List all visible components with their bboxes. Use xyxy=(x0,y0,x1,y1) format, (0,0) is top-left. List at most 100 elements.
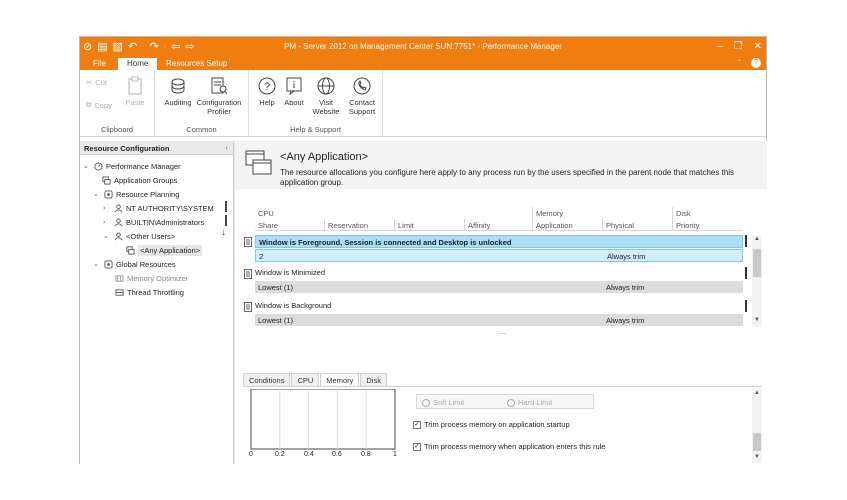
column-header-physical[interactable]: Physical xyxy=(603,219,673,231)
physical-value: Always trim xyxy=(607,252,646,261)
ribbon: ✂ Cut ⧉ Copy Paste Clipboard Auditing Co… xyxy=(80,70,766,137)
grid-scrollbar[interactable]: ▲ ▼ xyxy=(752,235,762,327)
arrow-down-icon[interactable]: ↓ xyxy=(221,227,226,238)
tree-item-label: Application Groups xyxy=(114,175,178,185)
copy-button[interactable]: ⧉ Copy xyxy=(86,100,112,110)
application-icon xyxy=(126,245,135,255)
tree-item-performance-manager[interactable]: ⌄ Performance Manager xyxy=(83,160,181,172)
collapse-ribbon-icon[interactable]: ⌃ xyxy=(736,58,743,68)
panel-scrollbar[interactable]: ▲ ▼ xyxy=(752,389,762,463)
column-header-share[interactable]: Share xyxy=(255,219,325,231)
splitter-grip[interactable]: .... xyxy=(498,329,506,336)
tree-item-global-resources[interactable]: ⌄ Global Resources xyxy=(93,258,176,270)
drag-handle[interactable] xyxy=(225,215,227,226)
rule-row-background[interactable]: Window is Background Lowest (1) Always t… xyxy=(243,300,743,328)
tree-item-other-users[interactable]: ⌄ <Other Users> xyxy=(103,230,175,242)
tree-item-builtin-administrators[interactable]: › BUILTIN\Administrators xyxy=(103,216,204,228)
rule-title: Window is Minimized xyxy=(255,268,326,277)
soft-limit-radio[interactable]: Soft Limit xyxy=(422,398,464,407)
scroll-thumb[interactable] xyxy=(753,249,761,277)
hard-limit-radio[interactable]: Hard Limit xyxy=(507,398,552,407)
tree-item-application-groups[interactable]: Application Groups xyxy=(102,174,177,186)
scroll-thumb[interactable] xyxy=(753,433,761,451)
application-groups-icon xyxy=(102,175,111,185)
tick-label: 0.4 xyxy=(304,451,314,458)
cut-label: Cut xyxy=(95,78,107,87)
visit-website-button[interactable]: Visit Website xyxy=(309,76,343,116)
configuration-profiler-icon xyxy=(211,77,228,95)
tab-resources-setup[interactable]: Resources Setup xyxy=(157,58,236,70)
column-header-application[interactable]: Application xyxy=(533,219,603,231)
rule-title: Window is Background xyxy=(255,301,332,310)
rule-icon xyxy=(244,302,252,312)
chevron-down-icon[interactable]: ⌄ xyxy=(93,260,101,268)
column-header-reservation[interactable]: Reservation xyxy=(325,219,395,231)
paste-button[interactable]: Paste xyxy=(122,76,148,107)
chevron-down-icon[interactable]: ⌄ xyxy=(103,232,111,240)
contact-support-label: Contact Support xyxy=(348,98,376,116)
tree-item-memory-optimizer[interactable]: Memory Optimizer xyxy=(115,272,188,284)
share-value: Lowest (1) xyxy=(258,283,294,292)
rule-row-foreground[interactable]: Window is Foreground, Session is connect… xyxy=(243,235,743,263)
cut-button[interactable]: ✂ Cut xyxy=(86,78,107,87)
thread-throttling-icon xyxy=(115,288,124,296)
drag-handle[interactable] xyxy=(745,267,747,279)
copy-label: Copy xyxy=(94,100,112,110)
scroll-down-icon[interactable]: ▼ xyxy=(754,454,760,460)
collapse-pane-icon[interactable]: ‹ xyxy=(226,143,229,152)
physical-value: Always trim xyxy=(606,283,645,292)
tab-conditions[interactable]: Conditions xyxy=(243,373,291,386)
column-header-priority[interactable]: Priority xyxy=(673,219,743,231)
column-header-limit[interactable]: Limit xyxy=(395,219,465,231)
contact-support-button[interactable]: Contact Support xyxy=(345,76,379,116)
memory-panel: 0 0.2 0.4 0.6 0.8 1 Soft Limit Hard Limi… xyxy=(243,386,762,464)
paste-icon xyxy=(128,76,142,95)
tree-item-resource-planning[interactable]: ⌄ Resource Planning xyxy=(93,188,179,200)
share-value: 2 xyxy=(259,252,264,261)
trim-startup-checkbox[interactable]: ✓ Trim process memory on application sta… xyxy=(413,420,570,429)
column-header-affinity[interactable]: Affinity xyxy=(465,219,533,231)
chevron-down-icon[interactable]: ⌄ xyxy=(83,162,91,170)
tab-memory[interactable]: Memory xyxy=(320,373,360,386)
scroll-down-icon[interactable]: ▼ xyxy=(754,317,760,323)
app-window: ⊘ ▤ ▧ ↶ · ↷ · ⇦ ⇨ PM - Server 2012 on Ma… xyxy=(79,36,767,464)
help-button[interactable]: ? Help xyxy=(255,76,279,107)
about-label: About xyxy=(284,98,304,107)
drag-handle[interactable] xyxy=(745,235,747,247)
scroll-up-icon[interactable]: ▲ xyxy=(754,236,760,242)
group-header-memory: Memory xyxy=(533,207,673,219)
chevron-down-icon[interactable]: ⌄ xyxy=(93,190,101,198)
rule-row-minimized[interactable]: Window is Minimized Lowest (1) Always tr… xyxy=(243,267,743,295)
restore-icon[interactable]: ❐ xyxy=(734,40,743,53)
drag-handle[interactable] xyxy=(225,201,227,212)
global-resources-icon xyxy=(104,259,113,269)
tab-home[interactable]: Home xyxy=(118,58,158,70)
tree-item-any-application[interactable]: <Any Application> xyxy=(126,244,203,256)
close-icon[interactable]: ✕ xyxy=(754,40,762,53)
trim-rule-checkbox[interactable]: ✓ Trim process memory when application e… xyxy=(413,442,605,451)
drag-handle[interactable] xyxy=(745,300,747,312)
tree-item-nt-authority-system[interactable]: › NT AUTHORITY\SYSTEM xyxy=(103,202,214,214)
auditing-button[interactable]: Auditing xyxy=(161,76,195,107)
help-icon[interactable]: ? xyxy=(751,58,761,68)
common-group: Auditing Configuration Profiler Common xyxy=(155,70,249,137)
tab-disk[interactable]: Disk xyxy=(360,373,387,386)
configuration-profiler-button[interactable]: Configuration Profiler xyxy=(195,76,243,116)
window-title: PM - Server 2012 on Management Center SU… xyxy=(284,42,562,51)
physical-value: Always trim xyxy=(606,316,645,325)
paste-label: Paste xyxy=(125,98,145,107)
tick-label: 1 xyxy=(393,451,397,458)
minimize-icon[interactable]: – xyxy=(717,40,723,53)
tree-item-thread-throttling[interactable]: Thread Throttling xyxy=(115,286,184,298)
clipboard-group: ✂ Cut ⧉ Copy Paste Clipboard xyxy=(80,70,155,137)
user-icon xyxy=(114,231,123,240)
tab-file[interactable]: File xyxy=(84,58,115,70)
scroll-up-icon[interactable]: ▲ xyxy=(754,390,760,396)
tab-cpu[interactable]: CPU xyxy=(291,373,320,386)
about-button[interactable]: i About xyxy=(281,76,307,107)
chevron-right-icon[interactable]: › xyxy=(103,219,111,226)
window-controls: – ❐ ✕ xyxy=(717,40,762,53)
scissors-icon: ✂ xyxy=(86,78,93,87)
gauge-icon xyxy=(94,161,103,171)
chevron-right-icon[interactable]: › xyxy=(103,205,111,212)
